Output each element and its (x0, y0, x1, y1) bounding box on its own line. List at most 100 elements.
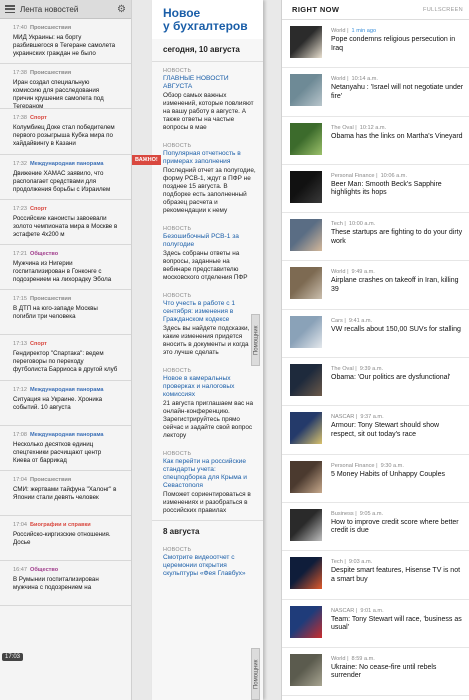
hamburger-menu-icon[interactable] (5, 5, 15, 13)
thumbnail-image[interactable] (290, 26, 322, 58)
accountant-news-link[interactable]: Безошибочный РСВ-1 за полугодие (163, 233, 257, 249)
right-now-item[interactable]: Personal Finance | 9:30 a.m. 5 Money Habit… (282, 455, 469, 503)
right-now-item-headline[interactable]: Obama has the links on Martha's Vineyard (331, 133, 463, 142)
feed-item-category: Международная панорама (30, 386, 104, 393)
feed-item[interactable]: 17:38 Происшествия Иран создал специальную… (0, 64, 131, 110)
feed-item[interactable]: 17:13 Спорт Гендиректор "Спартака": ведем … (0, 335, 131, 381)
feed-item[interactable]: 17:08 Международная панорама Несколько дес… (0, 426, 131, 471)
thumbnail-image[interactable] (290, 315, 322, 348)
accountant-header: Новое у бухгалтеров (152, 0, 263, 39)
feed-item[interactable]: 17:15 Происшествия В ДТП на юго-западе Мос… (0, 290, 131, 336)
right-now-item-time: 9:41 a.m. (348, 317, 373, 324)
feed-item-text: В ДТП на юго-западе Москвы погибли три ч… (13, 305, 98, 321)
feed-item[interactable]: 17:23 Спорт Российские каноисты завоевали … (0, 200, 131, 245)
feed-item-time: 17:32 (13, 160, 27, 167)
right-now-item[interactable]: NASCAR | 9:37 a.m. Armour: Tony Stewart sh… (282, 406, 469, 455)
thumbnail-image[interactable] (290, 412, 322, 445)
right-now-item-headline[interactable]: Airplane crashes on takeoff in Iran, kil… (331, 277, 464, 294)
feed-item[interactable]: 17:38 Спорт Колумбиец Доке стал победителе… (0, 109, 131, 155)
right-now-item[interactable]: NASCAR | 9:01 a.m. Team: Tony Stewart will… (282, 600, 469, 648)
thumbnail-image[interactable] (290, 219, 322, 252)
time-badge: 17:03 (2, 653, 24, 661)
thumbnail-image[interactable] (290, 267, 322, 300)
feed-item[interactable]: 17:32 Международная панорама Движение ХАМА… (0, 155, 131, 200)
thumbnail-image[interactable] (290, 170, 322, 203)
feed-item-meta: 17:38 Спорт (13, 115, 119, 122)
feed-item-time: 17:13 (13, 341, 27, 348)
accountant-news-body: Обзор самых важных изменений, которые по… (163, 92, 254, 131)
accountant-title[interactable]: Новое у бухгалтеров (163, 7, 257, 33)
right-now-item-headline[interactable]: VW recalls about 150,00 SUVs for stallin… (331, 326, 461, 335)
right-now-item-meta: NASCAR | 9:37 a.m. (331, 414, 384, 421)
right-now-item-meta: Personal Finance | 10:06 a.m. (331, 172, 407, 179)
assistant-side-tab-2[interactable]: Помощник (251, 648, 260, 700)
right-now-item-time: 8:59 a.m. (351, 655, 375, 662)
feed-item-text: Движение ХАМАС заявило, что располагает … (13, 169, 111, 193)
right-now-item-time: 10:12 a.m. (359, 124, 387, 131)
right-now-item-headline[interactable]: Despite smart features, Hisense TV is no… (331, 567, 464, 584)
feed-item-text: Российско-киргизские отношения. Досье (13, 531, 111, 547)
right-now-item[interactable]: World | 1 min ago Pope condemns religious … (282, 20, 469, 69)
right-now-item[interactable]: Cars | 9:41 a.m. VW recalls about 150,00 S… (282, 310, 469, 359)
feed-item[interactable]: 17:21 Общество Мужчина из Нигерии госпитал… (0, 245, 131, 291)
accountant-news-link[interactable]: Как перейти на российские стандарты учет… (163, 458, 257, 490)
thumbnail-image[interactable] (290, 653, 322, 686)
thumbnail-image[interactable] (290, 460, 322, 493)
feed-item[interactable]: 17:04 Происшествия СМИ: жертвами тайфуна "… (0, 471, 131, 517)
right-now-item-headline[interactable]: 5 Money Habits of Unhappy Couples (331, 471, 445, 480)
right-now-item-headline[interactable]: Beer Man: Smooth Beck's Sapphire highlig… (331, 181, 464, 198)
right-now-item-headline[interactable]: How to improve credit score where better… (331, 519, 464, 536)
right-now-item[interactable]: The Oval | 9:39 a.m. Obama: 'Our politics … (282, 358, 469, 407)
thumbnail-image[interactable] (290, 605, 322, 638)
thumbnail-image[interactable] (290, 557, 322, 590)
important-badge: ВАЖНО! (132, 155, 161, 165)
right-now-item[interactable]: Tech | 10:00 a.m. These startups are fight… (282, 213, 469, 262)
feed-item-meta: 17:21 Общество (13, 251, 119, 258)
feed-item-text: Российские каноисты завоевали золото чем… (13, 214, 118, 238)
right-now-item[interactable]: Business | 9:05 a.m. How to improve credit… (282, 503, 469, 552)
right-now-item[interactable]: Tech | 9:03 a.m. Despite smart features, H… (282, 551, 469, 600)
right-now-item[interactable]: World | 10:14 a.m. Netanyahu : 'Israel wil… (282, 68, 469, 117)
accountant-news-body: Поможет сориентироваться в изменениях и … (163, 491, 251, 514)
accountant-news-link[interactable]: Новое в камеральных проверках и налоговы… (163, 375, 257, 399)
right-now-item-meta: World | 8:59 a.m. (331, 655, 375, 662)
right-now-item-headline[interactable]: Armour: Tony Stewart should show respect… (331, 422, 464, 439)
accountant-news-link[interactable]: Популярная отчетность в примерах заполне… (163, 150, 257, 166)
feed-item-time: 17:04 (13, 522, 27, 529)
thumbnail-image[interactable] (290, 122, 322, 155)
feed-item-meta: 17:23 Спорт (13, 206, 119, 213)
accountant-news-link[interactable]: Главные новости августа (163, 75, 257, 91)
feed-item[interactable]: 17:04 Биографии и справки Российско-киргиз… (0, 516, 131, 562)
accountant-news-link[interactable]: Смотрите видеоотчет с церемонии открытия… (163, 554, 257, 578)
accountant-news-tag: НОВОСТЬ (163, 368, 192, 374)
assistant-side-tab[interactable]: Помощник (251, 314, 260, 366)
right-now-item[interactable]: Personal Finance | 10:06 a.m. Beer Man: Sm… (282, 165, 469, 214)
feed-item[interactable]: 17:12 Международная панорама Ситуация на У… (0, 381, 131, 426)
thumbnail-image[interactable] (290, 364, 322, 397)
feed-item-time: 17:40 (13, 25, 27, 31)
right-now-item-body: Personal Finance | 10:06 a.m. Beer Man: Sm… (331, 171, 464, 208)
fullscreen-button[interactable]: FULLSCREEN (423, 7, 463, 13)
right-now-item-headline[interactable]: Ukraine: No cease-fire until rebels surr… (331, 664, 464, 681)
right-now-item-headline[interactable]: Team: Tony Stewart will race, 'business … (331, 616, 464, 633)
right-now-item-headline[interactable]: Obama: 'Our politics are dysfunctional' (331, 374, 450, 383)
feed-item[interactable]: 16:47 Общество В Румынии госпитализирован … (0, 561, 131, 607)
accountant-news-link[interactable]: Что учесть в работе с 1 сентября: измене… (163, 300, 257, 324)
right-now-item[interactable]: The Oval | 10:12 a.m. Obama has the links … (282, 117, 469, 165)
feed-item-meta: 17:40 Происшествия (13, 25, 119, 32)
right-now-item-time: 9:30 a.m. (380, 462, 404, 469)
right-now-title: RIGHT NOW (292, 5, 340, 14)
feed-item-text: Мужчина из Нигерии госпитализирован в Го… (13, 259, 112, 283)
right-now-item-time: 10:06 a.m. (380, 172, 407, 179)
feed-item[interactable]: 17:40 Происшествия МИД Украины: на борту р… (0, 19, 131, 65)
right-now-item[interactable]: World | 9:49 a.m. Airplane crashes on take… (282, 261, 469, 310)
right-now-item-headline[interactable]: These startups are fighting to do your d… (331, 229, 464, 246)
right-now-item-headline[interactable]: Netanyahu : 'Israel will not negotiate u… (331, 84, 464, 101)
thumbnail-image[interactable] (290, 74, 322, 107)
thumbnail-image[interactable] (290, 508, 322, 541)
right-now-item-time: 10:00 a.m. (348, 221, 376, 228)
right-now-item-time: 9:49 a.m. (351, 269, 375, 276)
right-now-item[interactable]: World | 8:59 a.m. Ukraine: No cease-fire u… (282, 648, 469, 697)
right-now-item-headline[interactable]: Pope condemns religious persecution in I… (331, 36, 464, 53)
gear-icon[interactable]: ⚙ (117, 4, 126, 15)
